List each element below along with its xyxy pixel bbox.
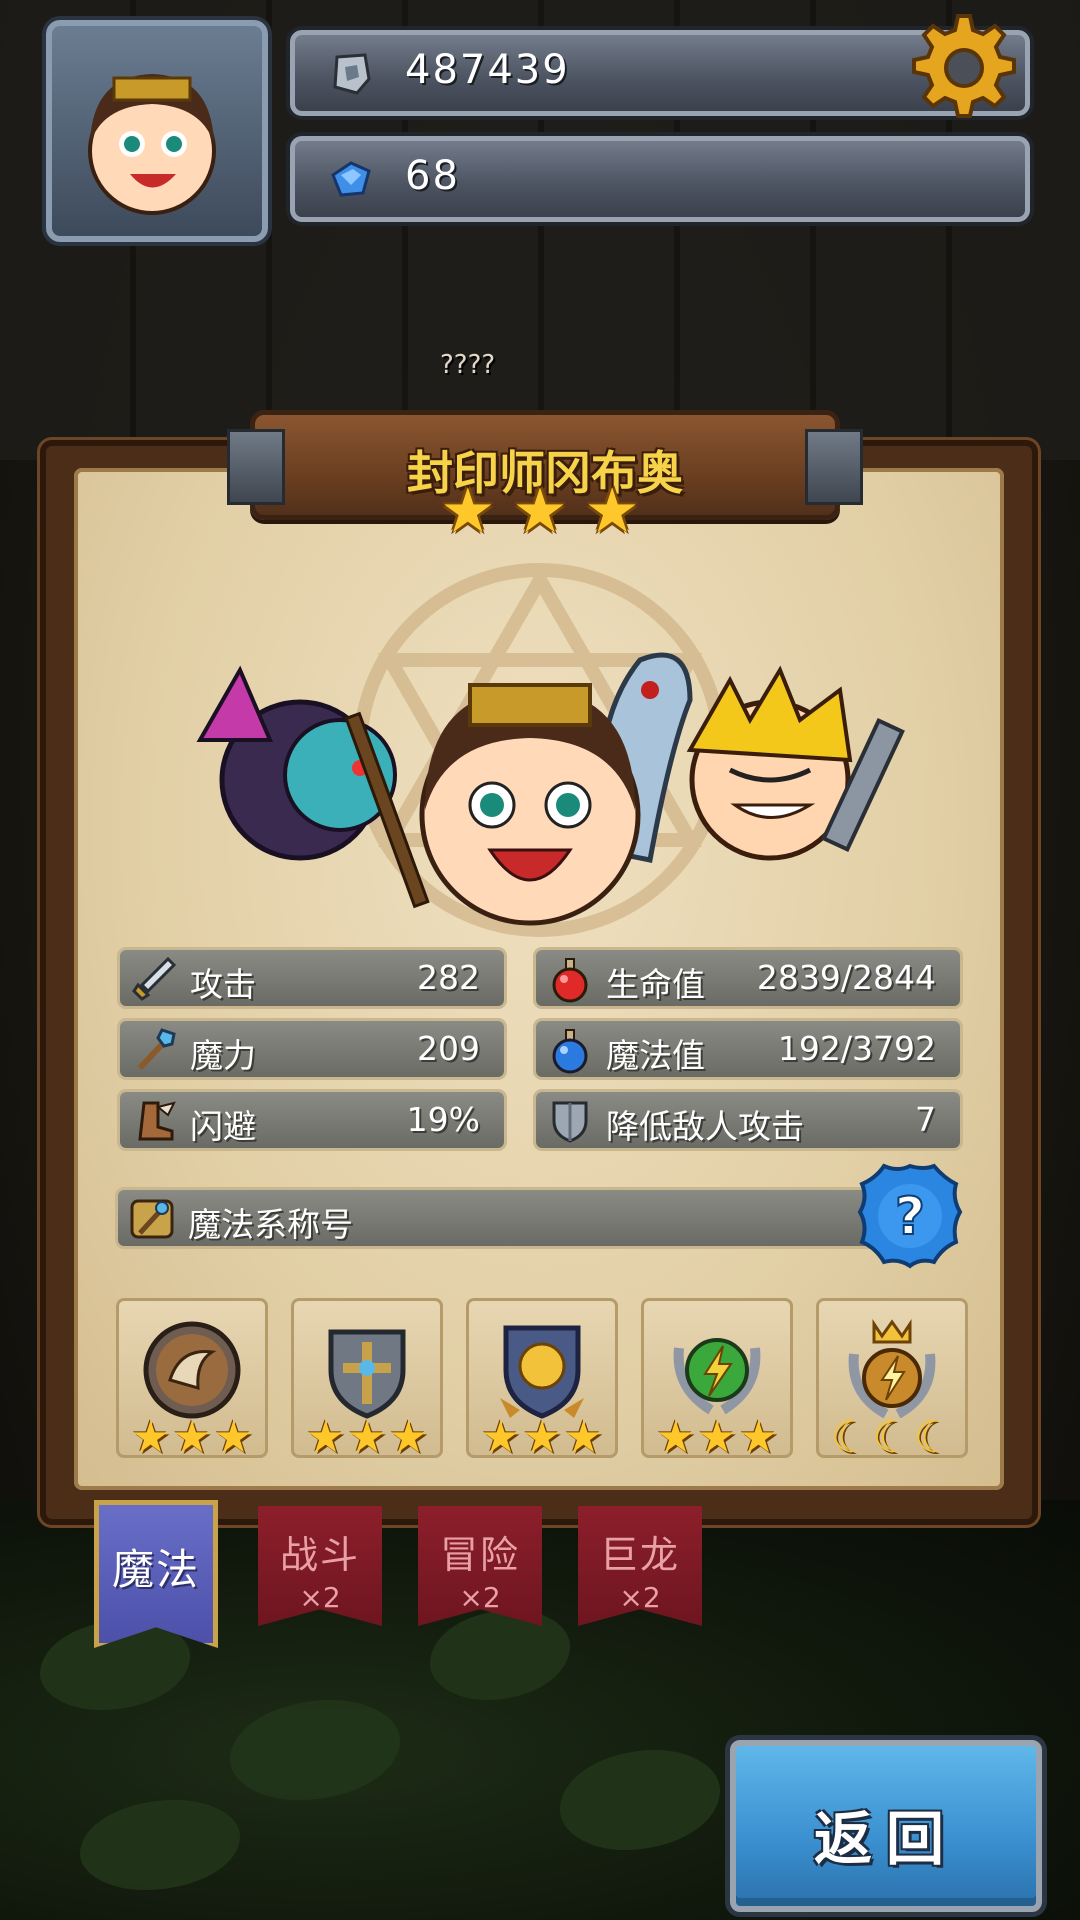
tab-label: 冒险 [439, 1533, 520, 1577]
player-avatar[interactable] [46, 20, 268, 242]
tab-label: 战斗 [279, 1533, 360, 1577]
magic-title-row[interactable]: 魔法系称号 [118, 1190, 918, 1246]
star-icon: ★ [522, 1412, 562, 1463]
tab-multiplier: ×2 [299, 1581, 341, 1614]
tab-battle[interactable]: 战斗 ×2 [258, 1506, 382, 1626]
crown-lightning-emblem-icon [848, 1319, 936, 1419]
badge-stars: ★ ★ ★ [291, 1416, 443, 1460]
star-icon: ★ [213, 1412, 254, 1463]
stat-value: 7 [915, 1100, 936, 1139]
star-icon: ★ [172, 1412, 212, 1463]
badge-stars: ★ ★ ★ [116, 1416, 268, 1460]
star-icon: ★ [388, 1412, 429, 1463]
blue-potion-icon [552, 1029, 588, 1074]
leaf-decoration [230, 1700, 400, 1800]
cross-shield-emblem-icon [328, 1329, 406, 1419]
stat-mp: 魔法值 192/3792 [536, 1021, 960, 1077]
star-icon: ★ [655, 1412, 696, 1463]
star-icon: ★ [563, 1412, 604, 1463]
shield-icon [552, 1101, 588, 1143]
star-icon: ★ [738, 1412, 779, 1463]
badge-slot[interactable]: ☾ ☾ ☾ [816, 1298, 968, 1460]
help-question-button[interactable]: ? [856, 1162, 964, 1270]
blue-gem-icon [331, 161, 371, 197]
seal-master-hero-icon [344, 683, 641, 926]
hero-star-rating: ★ ★ ★ [440, 478, 640, 548]
stat-label: 闪避 [190, 1107, 256, 1146]
hero-group-illustration [196, 652, 905, 926]
stat-label: 生命值 [606, 965, 705, 1004]
title-row-label: 魔法系称号 [188, 1205, 353, 1244]
leaf-decoration [80, 1800, 240, 1890]
lightning-laurel-emblem-icon [673, 1338, 761, 1415]
star-icon: ★ [305, 1412, 346, 1463]
stat-label: 魔力 [190, 1036, 256, 1075]
sun-shield-emblem-icon [500, 1325, 584, 1419]
stat-label: 攻击 [190, 965, 256, 1004]
winged-boot-icon [138, 1101, 176, 1141]
badge-slot[interactable]: ★ ★ ★ [466, 1298, 618, 1460]
back-button[interactable]: 返回 [730, 1740, 1042, 1912]
stat-value: 19% [406, 1100, 480, 1139]
question-mark-icon: ? [895, 1187, 925, 1247]
moon-icon: ☾ [872, 1412, 912, 1463]
red-potion-icon [552, 958, 588, 1003]
warrior-creature-icon [686, 665, 905, 861]
stat-label: 降低敌人攻击 [606, 1107, 804, 1146]
rune-stone-icon [333, 53, 371, 95]
stat-value: 282 [417, 958, 480, 997]
stat-reduce-attack: 降低敌人攻击 7 [536, 1092, 960, 1148]
badge-slot[interactable]: ★ ★ ★ [291, 1298, 443, 1460]
enemy-unknown-label: ???? [440, 350, 496, 380]
badge-stars: ★ ★ ★ [466, 1416, 618, 1460]
title-row-inner: 魔法系称号 [118, 1190, 918, 1246]
gem-value: 68 [405, 153, 460, 199]
badge-stars: ★ ★ ★ [641, 1416, 793, 1460]
stone-value: 487439 [405, 47, 570, 93]
stat-label: 魔法值 [606, 1036, 705, 1075]
tab-multiplier: ×2 [619, 1581, 661, 1614]
badge-moons: ☾ ☾ ☾ [816, 1416, 968, 1460]
moon-icon: ☾ [830, 1412, 871, 1463]
leaf-decoration [560, 1750, 720, 1850]
stat-value: 192/3792 [777, 1029, 936, 1068]
sword-icon [132, 956, 177, 1001]
tab-label: 巨龙 [599, 1533, 680, 1577]
star-icon: ★ [440, 474, 496, 547]
staff-emblem-icon [130, 1199, 174, 1239]
moon-icon: ☾ [913, 1412, 954, 1463]
tab-magic[interactable]: 魔法 [94, 1500, 218, 1648]
star-icon: ★ [480, 1412, 521, 1463]
settings-gear-icon[interactable] [908, 12, 1020, 124]
stat-dodge: 闪避 19% [120, 1092, 504, 1148]
horn-emblem-icon [143, 1321, 241, 1419]
stat-value: 2839/2844 [756, 958, 936, 997]
stat-magic-power: 魔力 209 [120, 1021, 504, 1077]
star-icon: ★ [347, 1412, 387, 1463]
badge-slot[interactable]: ★ ★ ★ [641, 1298, 793, 1460]
stat-value: 209 [417, 1029, 480, 1068]
tab-multiplier: ×2 [459, 1581, 501, 1614]
badge-slot[interactable]: ★ ★ ★ [116, 1298, 268, 1460]
back-button-label: 返回 [813, 1805, 958, 1873]
hero-portrait-icon [88, 74, 216, 215]
star-icon: ★ [697, 1412, 737, 1463]
magic-staff-icon [137, 1028, 176, 1071]
gem-currency-bar: 68 [290, 136, 1030, 222]
star-icon: ★ [130, 1412, 171, 1463]
tab-adventure[interactable]: 冒险 ×2 [418, 1506, 542, 1626]
leaf-decoration [430, 1610, 570, 1700]
stat-attack: 攻击 282 [120, 950, 504, 1006]
star-icon: ★ [512, 474, 568, 547]
tab-label: 魔法 [111, 1545, 200, 1594]
tab-dragon[interactable]: 巨龙 ×2 [578, 1506, 702, 1626]
stat-hp: 生命值 2839/2844 [536, 950, 960, 1006]
star-icon: ★ [584, 474, 640, 547]
